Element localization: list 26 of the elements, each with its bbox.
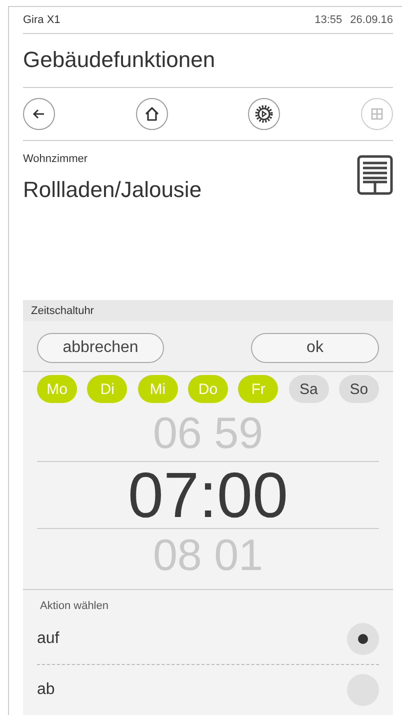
room-name: Wohnzimmer <box>23 152 89 165</box>
gear-icon <box>253 102 276 125</box>
action-label: ab <box>37 681 55 699</box>
back-button[interactable] <box>23 98 55 130</box>
home-button[interactable] <box>136 98 168 130</box>
ok-button[interactable]: ok <box>251 333 379 363</box>
weekday-toggle[interactable]: Mo <box>37 375 77 403</box>
section-label: Aktion wählen <box>39 599 110 614</box>
weekday-toggle[interactable]: Do <box>188 375 228 403</box>
gear-settings-button[interactable] <box>248 98 280 130</box>
weekday-toggle[interactable]: Sa <box>288 375 329 403</box>
weekday-toggle[interactable]: Di <box>87 375 128 403</box>
action-label: auf <box>37 630 60 648</box>
panel-header: Zeitschaltuhr <box>23 300 393 321</box>
weekday-toggle[interactable]: So <box>338 375 379 403</box>
function-title: Rollladen/Jalousie <box>23 176 202 203</box>
page-title: Gebäudefunktionen <box>23 47 216 74</box>
cancel-button[interactable]: abbrechen <box>37 333 164 363</box>
weekday-toggle[interactable]: Fr <box>238 375 278 403</box>
weekday-toggle[interactable]: Mi <box>138 375 178 403</box>
date: 26.09.16 <box>350 14 393 26</box>
radio-button[interactable] <box>347 623 379 655</box>
device-name: Gira X1 <box>23 14 60 26</box>
selected-time[interactable]: 07:00 <box>37 461 379 529</box>
window-blind-icon <box>357 154 393 195</box>
clock-time: 13:55 <box>314 14 342 26</box>
